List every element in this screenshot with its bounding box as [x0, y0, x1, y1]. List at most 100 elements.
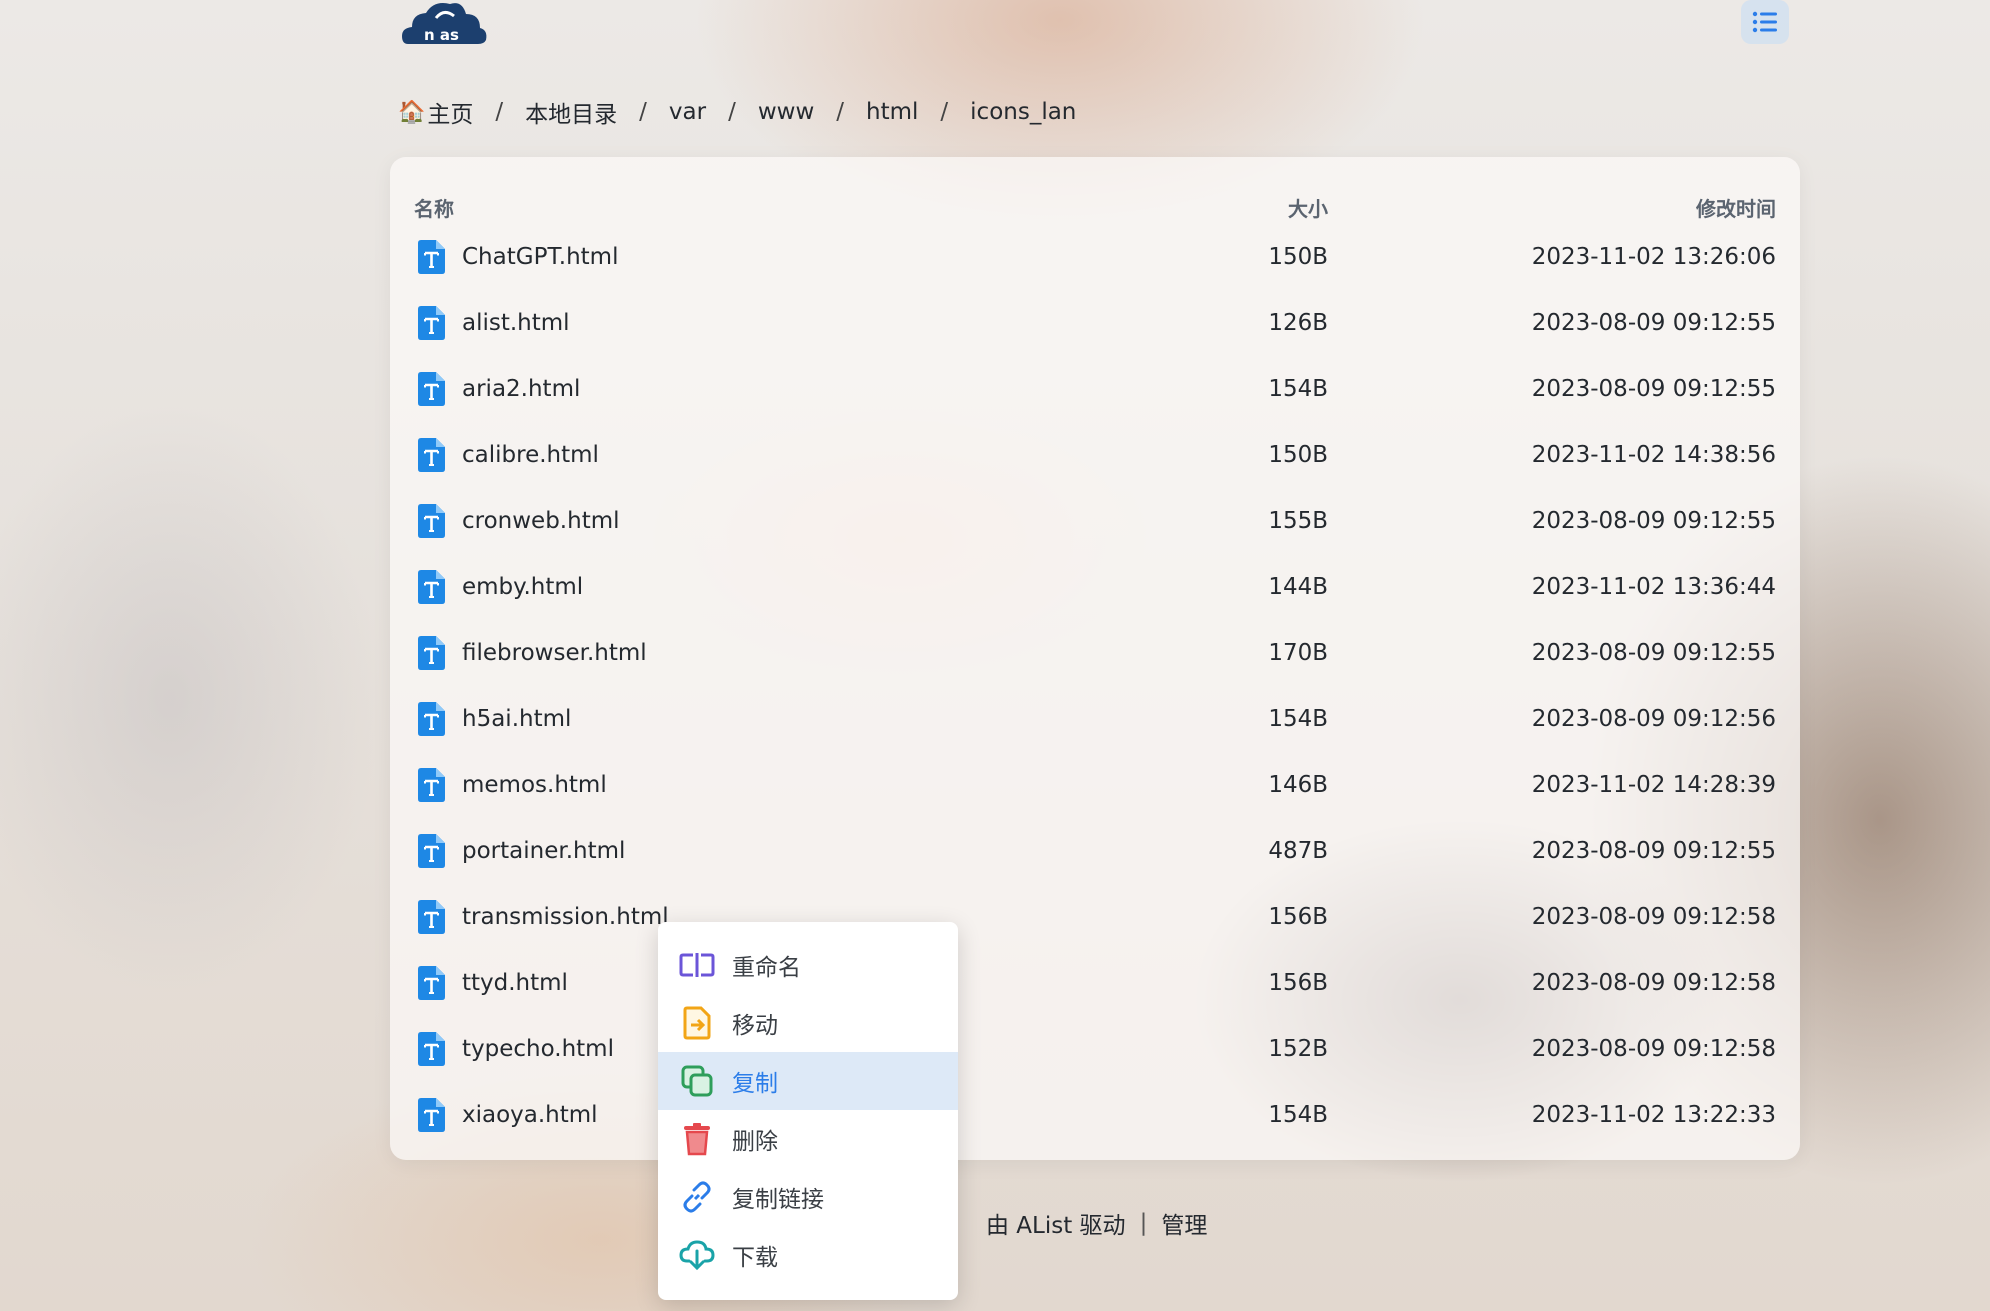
text-file-icon — [416, 833, 446, 869]
context-menu-copy-link[interactable]: 复制链接 — [658, 1168, 958, 1226]
cloud-download-icon — [678, 1236, 716, 1274]
table-row[interactable]: ChatGPT.html 150B 2023-11-02 13:26:06 — [390, 225, 1800, 291]
file-modified: 2023-08-09 09:12:55 — [1531, 838, 1776, 864]
text-file-icon — [416, 371, 446, 407]
file-name[interactable]: transmission.html — [462, 904, 669, 930]
column-header-modified[interactable]: 修改时间 — [1696, 193, 1776, 222]
copy-icon — [678, 1062, 716, 1100]
list-menu-icon — [1752, 11, 1777, 33]
context-menu: 重命名 移动 复制 删除 复制链接 下载 — [658, 922, 958, 1300]
rename-icon — [678, 946, 716, 984]
table-row[interactable]: transmission.html 156B 2023-08-09 09:12:58 — [390, 885, 1800, 951]
table-row[interactable]: calibre.html 150B 2023-11-02 14:38:56 — [390, 423, 1800, 489]
text-file-icon — [416, 1097, 446, 1133]
context-menu-label: 移动 — [732, 1013, 778, 1039]
file-size: 126B — [1268, 310, 1328, 336]
context-menu-label: 下载 — [732, 1245, 778, 1271]
text-file-icon — [416, 635, 446, 671]
context-menu-download[interactable]: 下载 — [658, 1226, 958, 1284]
breadcrumb-item-var[interactable]: var — [669, 99, 706, 125]
trash-icon — [678, 1120, 716, 1158]
text-file-icon — [416, 1031, 446, 1067]
file-name[interactable]: h5ai.html — [462, 706, 571, 732]
footer: 由 AList 驱动 | 管理 — [986, 1206, 1207, 1240]
breadcrumb-item-www[interactable]: www — [758, 99, 814, 125]
table-row[interactable]: portainer.html 487B 2023-08-09 09:12:55 — [390, 819, 1800, 885]
site-logo[interactable]: n as — [400, 0, 490, 48]
file-size: 144B — [1268, 574, 1328, 600]
file-name[interactable]: cronweb.html — [462, 508, 620, 534]
file-size: 150B — [1268, 442, 1328, 468]
file-size: 487B — [1268, 838, 1328, 864]
text-file-icon — [416, 239, 446, 275]
file-modified: 2023-11-02 13:26:06 — [1531, 244, 1776, 270]
footer-separator: | — [1139, 1210, 1148, 1236]
table-header: 名称 大小 修改时间 — [390, 185, 1800, 225]
breadcrumb-item-local-dir[interactable]: 本地目录 — [525, 95, 617, 129]
file-modified: 2023-08-09 09:12:58 — [1531, 970, 1776, 996]
table-row[interactable]: typecho.html 152B 2023-08-09 09:12:58 — [390, 1017, 1800, 1083]
file-name[interactable]: alist.html — [462, 310, 570, 336]
table-row[interactable]: emby.html 144B 2023-11-02 13:36:44 — [390, 555, 1800, 621]
text-file-icon — [416, 899, 446, 935]
context-menu-label: 重命名 — [732, 955, 801, 981]
context-menu-delete[interactable]: 删除 — [658, 1110, 958, 1168]
breadcrumb-item-current[interactable]: icons_lan — [970, 99, 1076, 125]
file-modified: 2023-08-09 09:12:55 — [1531, 310, 1776, 336]
file-name[interactable]: ChatGPT.html — [462, 244, 618, 270]
context-menu-label: 删除 — [732, 1129, 778, 1155]
table-row[interactable]: alist.html 126B 2023-08-09 09:12:55 — [390, 291, 1800, 357]
file-name[interactable]: portainer.html — [462, 838, 625, 864]
file-name[interactable]: memos.html — [462, 772, 607, 798]
file-size: 170B — [1268, 640, 1328, 666]
powered-by-link[interactable]: 由 AList 驱动 — [986, 1206, 1126, 1240]
file-name[interactable]: calibre.html — [462, 442, 599, 468]
table-row[interactable]: aria2.html 154B 2023-08-09 09:12:55 — [390, 357, 1800, 423]
file-size: 154B — [1268, 1102, 1328, 1128]
text-file-icon — [416, 437, 446, 473]
breadcrumb: 🏠 主页 / 本地目录 / var / www / html / icons_l… — [398, 92, 1076, 132]
file-modified: 2023-08-09 09:12:55 — [1531, 640, 1776, 666]
table-row[interactable]: xiaoya.html 154B 2023-11-02 13:22:33 — [390, 1083, 1800, 1149]
home-icon[interactable]: 🏠 — [398, 100, 425, 125]
file-name[interactable]: xiaoya.html — [462, 1102, 598, 1128]
text-file-icon — [416, 503, 446, 539]
context-menu-move[interactable]: 移动 — [658, 994, 958, 1052]
text-file-icon — [416, 569, 446, 605]
column-header-name[interactable]: 名称 — [414, 193, 454, 222]
table-row[interactable]: filebrowser.html 170B 2023-08-09 09:12:55 — [390, 621, 1800, 687]
file-modified: 2023-11-02 13:36:44 — [1531, 574, 1776, 600]
context-menu-label: 复制链接 — [732, 1187, 824, 1213]
table-row[interactable]: h5ai.html 154B 2023-08-09 09:12:56 — [390, 687, 1800, 753]
text-file-icon — [416, 305, 446, 341]
file-modified: 2023-08-09 09:12:55 — [1531, 376, 1776, 402]
column-header-size[interactable]: 大小 — [1288, 193, 1328, 222]
breadcrumb-separator: / — [728, 99, 736, 125]
file-name[interactable]: typecho.html — [462, 1036, 614, 1062]
file-list-panel: 名称 大小 修改时间 ChatGPT.html 150B 2023-11-02 13… — [390, 157, 1800, 1160]
file-size: 154B — [1268, 706, 1328, 732]
manage-link[interactable]: 管理 — [1161, 1206, 1207, 1240]
file-modified: 2023-11-02 14:38:56 — [1531, 442, 1776, 468]
breadcrumb-item-home[interactable]: 主页 — [427, 95, 473, 129]
layout-toggle-button[interactable] — [1741, 0, 1789, 44]
context-menu-rename[interactable]: 重命名 — [658, 936, 958, 994]
file-name[interactable]: filebrowser.html — [462, 640, 647, 666]
file-name[interactable]: aria2.html — [462, 376, 580, 402]
table-row[interactable]: memos.html 146B 2023-11-02 14:28:39 — [390, 753, 1800, 819]
move-icon — [678, 1004, 716, 1042]
table-row[interactable]: cronweb.html 155B 2023-08-09 09:12:55 — [390, 489, 1800, 555]
breadcrumb-separator: / — [940, 99, 949, 125]
file-size: 146B — [1268, 772, 1328, 798]
breadcrumb-item-html[interactable]: html — [866, 99, 918, 125]
file-modified: 2023-08-09 09:12:58 — [1531, 904, 1776, 930]
text-file-icon — [416, 767, 446, 803]
file-size: 152B — [1268, 1036, 1328, 1062]
file-name[interactable]: ttyd.html — [462, 970, 568, 996]
table-row[interactable]: ttyd.html 156B 2023-08-09 09:12:58 — [390, 951, 1800, 1017]
breadcrumb-separator: / — [495, 99, 504, 125]
file-name[interactable]: emby.html — [462, 574, 583, 600]
file-size: 156B — [1268, 904, 1328, 930]
context-menu-copy[interactable]: 复制 — [658, 1052, 958, 1110]
link-icon — [678, 1178, 716, 1216]
